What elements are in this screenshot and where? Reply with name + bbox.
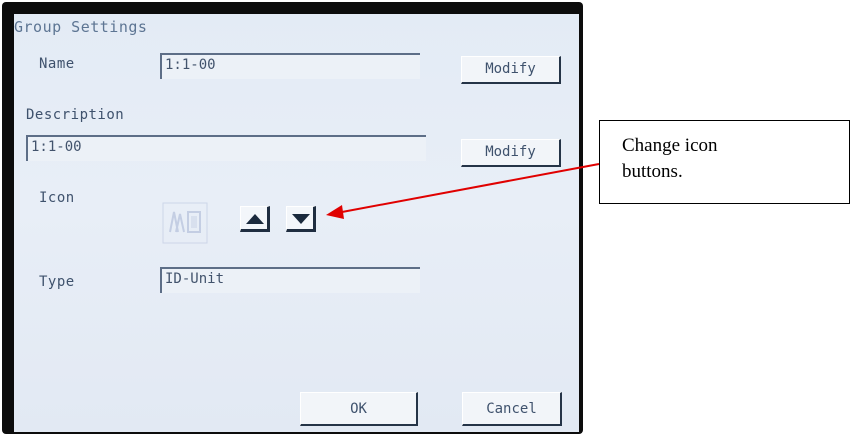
- callout-text-line1: Change icon: [622, 135, 718, 156]
- callout-text-line2: buttons.: [622, 161, 683, 182]
- callout-box: Change icon buttons.: [599, 120, 850, 204]
- callout-arrow: [326, 163, 600, 219]
